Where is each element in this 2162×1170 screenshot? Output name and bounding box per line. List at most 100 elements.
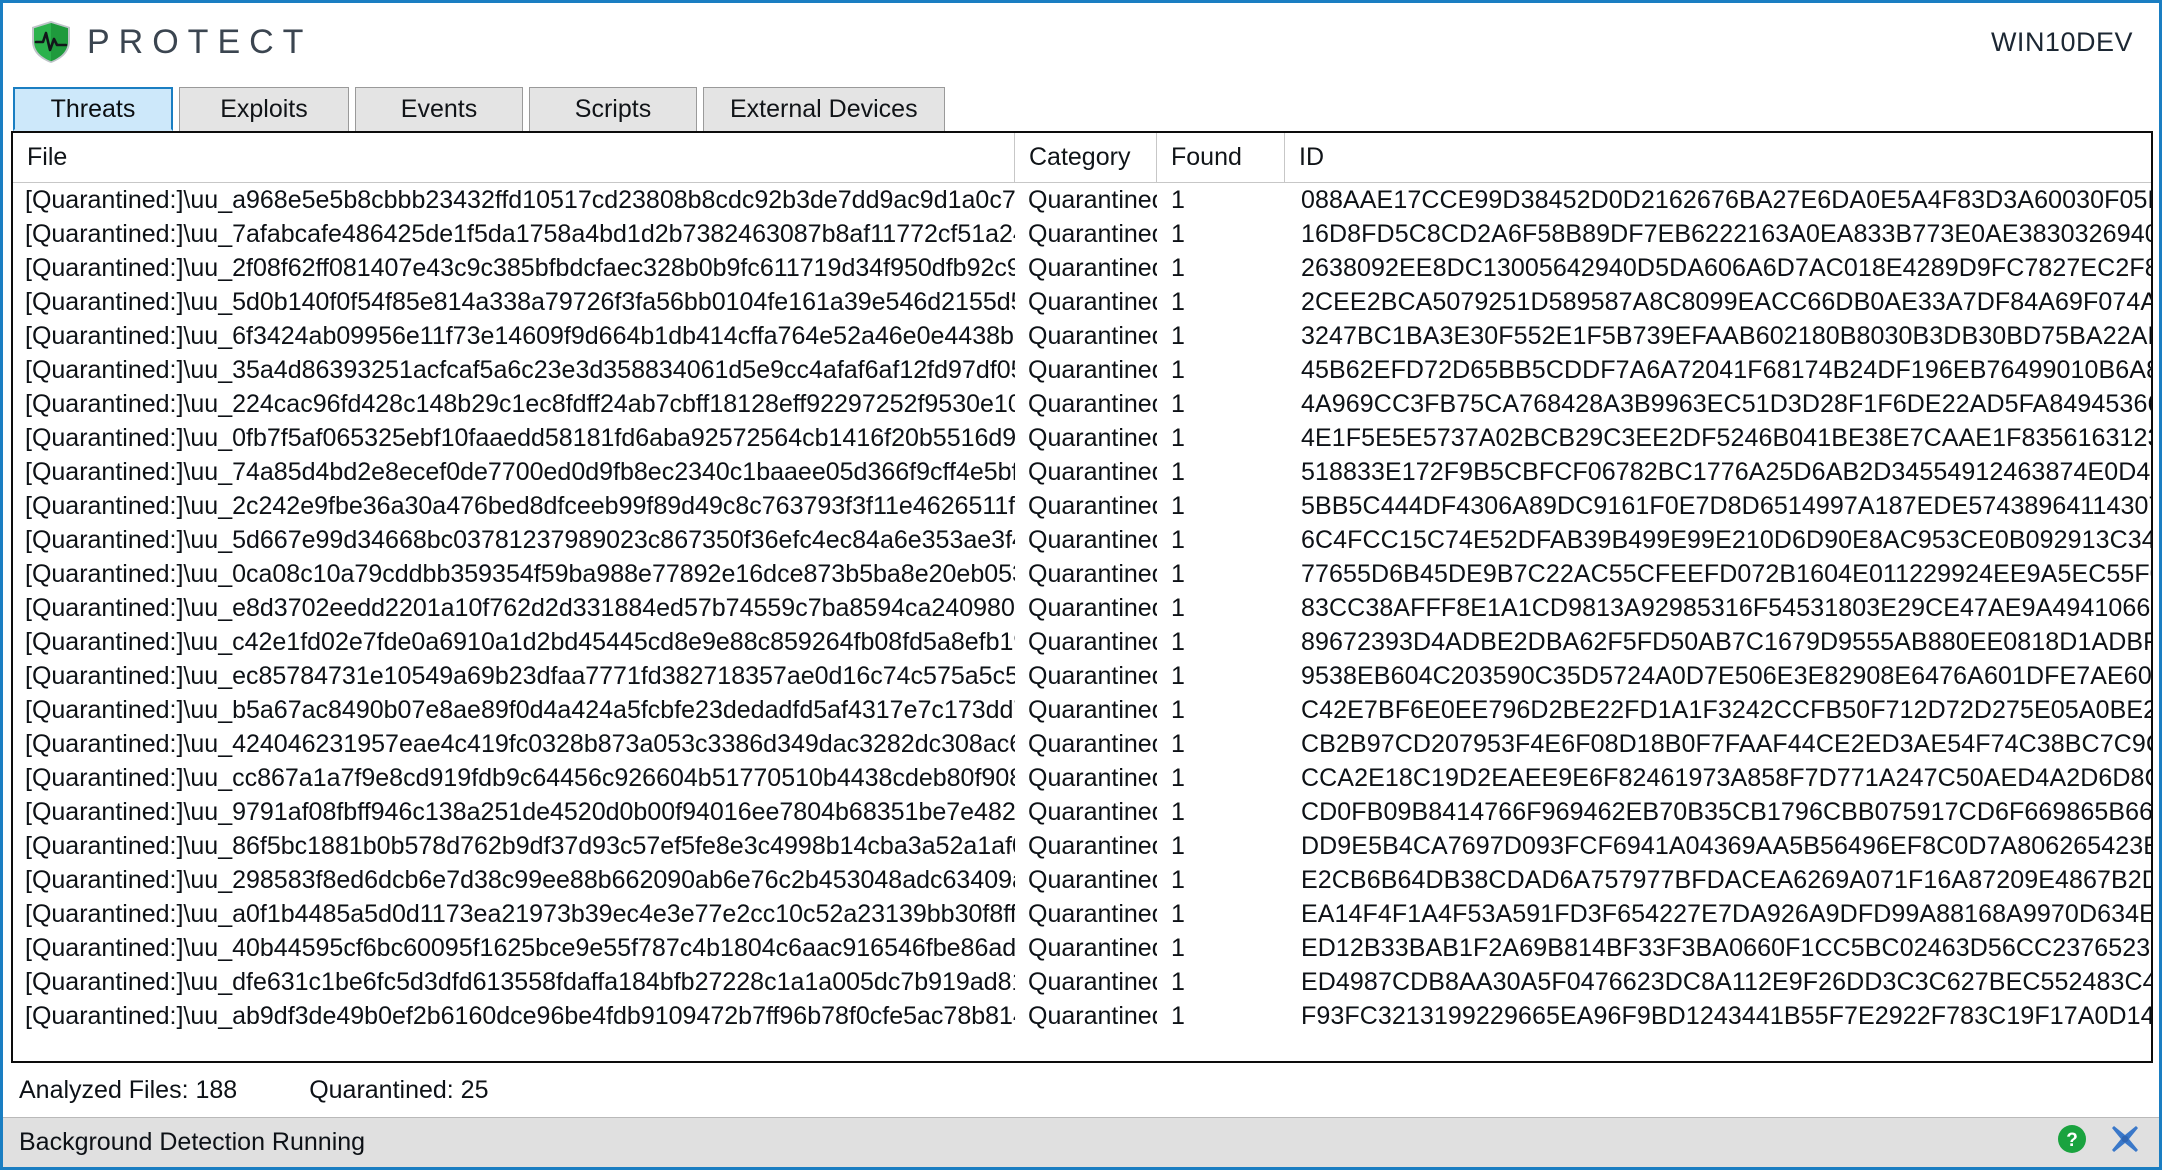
table-row[interactable]: [Quarantined:]\uu_ab9df3de49b0ef2b6160dc… xyxy=(13,999,2151,1033)
threat-category: Quarantined xyxy=(1028,526,1157,554)
brand: PROTECT xyxy=(29,19,312,65)
tab-threats[interactable]: Threats xyxy=(13,87,173,131)
counters-bar: Analyzed Files: 188 Quarantined: 25 xyxy=(3,1063,2159,1117)
threat-category: Quarantined xyxy=(1028,254,1157,282)
threat-id: 89672393D4ADBE2DBA62F5FD50AB7C1679D9555A… xyxy=(1301,628,2151,656)
app-header: PROTECT WIN10DEV xyxy=(3,3,2159,81)
threat-found-count: 1 xyxy=(1171,696,1185,724)
close-x-icon[interactable] xyxy=(2109,1123,2141,1162)
threat-id: 77655D6B45DE9B7C22AC55CFEEFD072B1604E011… xyxy=(1301,560,2151,588)
threat-file-path: [Quarantined:]\uu_a968e5e5b8cbbb23432ffd… xyxy=(25,186,1015,214)
threat-id: 83CC38AFFF8E1A1CD9813A92985316F54531803E… xyxy=(1301,594,2151,622)
hostname-label: WIN10DEV xyxy=(1990,26,2133,57)
threat-found-count: 1 xyxy=(1171,832,1185,860)
tab-events[interactable]: Events xyxy=(355,87,523,131)
threat-found-count: 1 xyxy=(1171,492,1185,520)
threat-file-path: [Quarantined:]\uu_0fb7f5af065325ebf10faa… xyxy=(25,424,1015,452)
threat-file-path: [Quarantined:]\uu_2c242e9fbe36a30a476bed… xyxy=(25,492,1015,520)
table-row[interactable]: [Quarantined:]\uu_86f5bc1881b0b578d762b9… xyxy=(13,829,2151,863)
threat-id: 4E1F5E5E5737A02BCB29C3EE2DF5246B041BE38E… xyxy=(1301,424,2151,452)
threat-id: ED4987CDB8AA30A5F0476623DC8A112E9F26DD3C… xyxy=(1301,968,2151,996)
threat-id: 9538EB604C203590C35D5724A0D7E506E3E82908… xyxy=(1301,662,2151,690)
threat-id: 088AAE17CCE99D38452D0D2162676BA27E6DA0E5… xyxy=(1301,186,2151,214)
threat-category: Quarantined xyxy=(1028,458,1157,486)
threat-id: CB2B97CD207953F4E6F08D18B0F7FAAF44CE2ED3… xyxy=(1301,730,2151,758)
table-row[interactable]: [Quarantined:]\uu_0fb7f5af065325ebf10faa… xyxy=(13,421,2151,455)
svg-text:?: ? xyxy=(2066,1130,2078,1151)
table-row[interactable]: [Quarantined:]\uu_dfe631c1be6fc5d3dfd613… xyxy=(13,965,2151,999)
threat-file-path: [Quarantined:]\uu_e8d3702eedd2201a10f762… xyxy=(25,594,1015,622)
tab-scripts[interactable]: Scripts xyxy=(529,87,697,131)
threat-category: Quarantined xyxy=(1028,730,1157,758)
threat-file-path: [Quarantined:]\uu_5d0b140f0f54f85e814a33… xyxy=(25,288,1015,316)
table-row[interactable]: [Quarantined:]\uu_224cac96fd428c148b29c1… xyxy=(13,387,2151,421)
threat-file-path: [Quarantined:]\uu_5d667e99d34668bc037812… xyxy=(25,526,1015,554)
table-row[interactable]: [Quarantined:]\uu_9791af08fbff946c138a25… xyxy=(13,795,2151,829)
table-row[interactable]: [Quarantined:]\uu_5d0b140f0f54f85e814a33… xyxy=(13,285,2151,319)
threat-found-count: 1 xyxy=(1171,900,1185,928)
table-row[interactable]: [Quarantined:]\uu_b5a67ac8490b07e8ae89f0… xyxy=(13,693,2151,727)
threat-id: EA14F4F1A4F53A591FD3F654227E7DA926A9DFD9… xyxy=(1301,900,2151,928)
table-body[interactable]: [Quarantined:]\uu_a968e5e5b8cbbb23432ffd… xyxy=(13,183,2151,1061)
table-header-row: File Category Found ID xyxy=(13,133,2151,183)
threat-id: 2638092EE8DC13005642940D5DA606A6D7AC018E… xyxy=(1301,254,2151,282)
threat-found-count: 1 xyxy=(1171,628,1185,656)
help-circle-icon[interactable]: ? xyxy=(2057,1124,2087,1161)
status-bar: Background Detection Running ? xyxy=(3,1117,2159,1167)
threat-file-path: [Quarantined:]\uu_a0f1b4485a5d0d1173ea21… xyxy=(25,900,1015,928)
tab-external-devices[interactable]: External Devices xyxy=(703,87,945,131)
threat-id: E2CB6B64DB38CDAD6A757977BFDACEA6269A071F… xyxy=(1301,866,2151,894)
threat-category: Quarantined xyxy=(1028,322,1157,350)
table-row[interactable]: [Quarantined:]\uu_6f3424ab09956e11f73e14… xyxy=(13,319,2151,353)
threat-found-count: 1 xyxy=(1171,390,1185,418)
table-row[interactable]: [Quarantined:]\uu_cc867a1a7f9e8cd919fdb9… xyxy=(13,761,2151,795)
threat-id: C42E7BF6E0EE796D2BE22FD1A1F3242CCFB50F71… xyxy=(1301,696,2151,724)
threat-found-count: 1 xyxy=(1171,458,1185,486)
table-row[interactable]: [Quarantined:]\uu_298583f8ed6dcb6e7d38c9… xyxy=(13,863,2151,897)
threat-file-path: [Quarantined:]\uu_9791af08fbff946c138a25… xyxy=(25,798,1015,826)
tab-exploits[interactable]: Exploits xyxy=(179,87,349,131)
threat-file-path: [Quarantined:]\uu_224cac96fd428c148b29c1… xyxy=(25,390,1015,418)
threat-file-path: [Quarantined:]\uu_86f5bc1881b0b578d762b9… xyxy=(25,832,1015,860)
threat-found-count: 1 xyxy=(1171,254,1185,282)
threat-category: Quarantined xyxy=(1028,696,1157,724)
threat-found-count: 1 xyxy=(1171,764,1185,792)
table-row[interactable]: [Quarantined:]\uu_424046231957eae4c419fc… xyxy=(13,727,2151,761)
threat-category: Quarantined xyxy=(1028,220,1157,248)
threat-category: Quarantined xyxy=(1028,288,1157,316)
threat-category: Quarantined xyxy=(1028,356,1157,384)
threat-file-path: [Quarantined:]\uu_35a4d86393251acfcaf5a6… xyxy=(25,356,1015,384)
column-header-category[interactable]: Category xyxy=(1015,133,1157,182)
threat-file-path: [Quarantined:]\uu_40b44595cf6bc60095f162… xyxy=(25,934,1015,962)
threat-id: 45B62EFD72D65BB5CDDF7A6A72041F68174B24DF… xyxy=(1301,356,2151,384)
table-row[interactable]: [Quarantined:]\uu_2c242e9fbe36a30a476bed… xyxy=(13,489,2151,523)
threat-found-count: 1 xyxy=(1171,1002,1185,1030)
threat-found-count: 1 xyxy=(1171,594,1185,622)
threat-category: Quarantined xyxy=(1028,968,1157,996)
threat-id: 4A969CC3FB75CA768428A3B9963EC51D3D28F1F6… xyxy=(1301,390,2151,418)
column-header-found[interactable]: Found xyxy=(1157,133,1285,182)
threat-found-count: 1 xyxy=(1171,662,1185,690)
table-row[interactable]: [Quarantined:]\uu_2f08f62ff081407e43c9c3… xyxy=(13,251,2151,285)
table-row[interactable]: [Quarantined:]\uu_74a85d4bd2e8ecef0de770… xyxy=(13,455,2151,489)
table-row[interactable]: [Quarantined:]\uu_35a4d86393251acfcaf5a6… xyxy=(13,353,2151,387)
threat-found-count: 1 xyxy=(1171,424,1185,452)
table-row[interactable]: [Quarantined:]\uu_c42e1fd02e7fde0a6910a1… xyxy=(13,625,2151,659)
table-row[interactable]: [Quarantined:]\uu_a968e5e5b8cbbb23432ffd… xyxy=(13,183,2151,217)
table-row[interactable]: [Quarantined:]\uu_7afabcafe486425de1f5da… xyxy=(13,217,2151,251)
threats-table: File Category Found ID [Quarantined:]\uu… xyxy=(11,131,2153,1063)
threat-category: Quarantined xyxy=(1028,492,1157,520)
table-row[interactable]: [Quarantined:]\uu_ec85784731e10549a69b23… xyxy=(13,659,2151,693)
threat-category: Quarantined xyxy=(1028,390,1157,418)
table-row[interactable]: [Quarantined:]\uu_0ca08c10a79cddbb359354… xyxy=(13,557,2151,591)
table-row[interactable]: [Quarantined:]\uu_5d667e99d34668bc037812… xyxy=(13,523,2151,557)
column-header-id[interactable]: ID xyxy=(1285,133,2151,182)
threat-found-count: 1 xyxy=(1171,866,1185,894)
quarantined-count: Quarantined: 25 xyxy=(309,1075,489,1104)
table-row[interactable]: [Quarantined:]\uu_a0f1b4485a5d0d1173ea21… xyxy=(13,897,2151,931)
table-row[interactable]: [Quarantined:]\uu_e8d3702eedd2201a10f762… xyxy=(13,591,2151,625)
table-row[interactable]: [Quarantined:]\uu_40b44595cf6bc60095f162… xyxy=(13,931,2151,965)
column-header-file[interactable]: File xyxy=(13,133,1015,182)
threat-file-path: [Quarantined:]\uu_74a85d4bd2e8ecef0de770… xyxy=(25,458,1015,486)
threat-found-count: 1 xyxy=(1171,730,1185,758)
